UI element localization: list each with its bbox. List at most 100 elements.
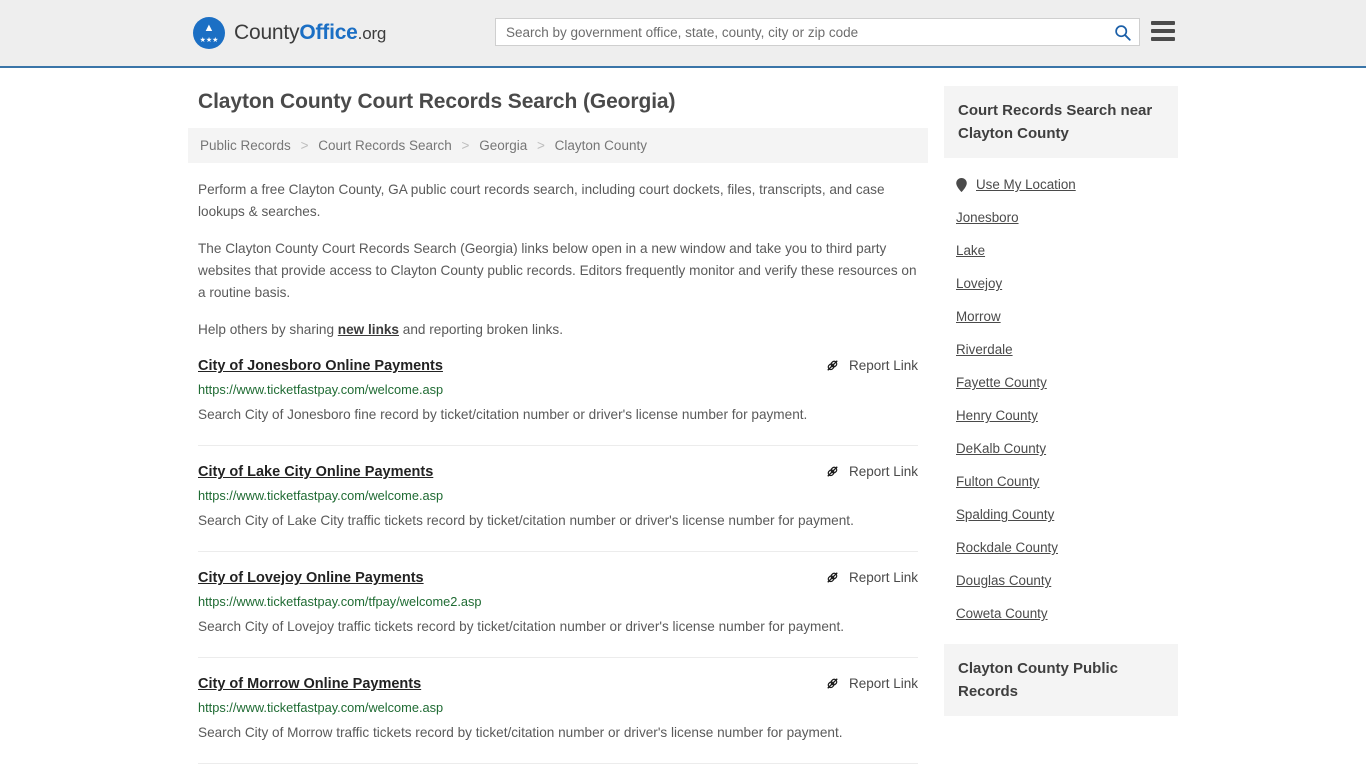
sidebar-link[interactable]: Coweta County bbox=[956, 606, 1048, 621]
result-url: https://www.ticketfastpay.com/welcome.as… bbox=[198, 382, 444, 397]
broken-link-icon bbox=[827, 572, 838, 583]
report-link-label: Report Link bbox=[848, 464, 918, 479]
sidebar-link[interactable]: Rockdale County bbox=[956, 540, 1058, 555]
sidebar-item-dekalb-county[interactable]: DeKalb County bbox=[956, 432, 1178, 465]
sidebar-item-fulton-county[interactable]: Fulton County bbox=[956, 465, 1178, 498]
sidebar-item-spalding-county[interactable]: Spalding County bbox=[956, 498, 1178, 531]
report-link-label: Report Link bbox=[848, 570, 918, 585]
sidebar-item-morrow[interactable]: Morrow bbox=[956, 300, 1178, 333]
public-records-panel: Clayton County Public Records bbox=[944, 644, 1178, 716]
breadcrumb-item-0[interactable]: Public Records bbox=[200, 138, 291, 153]
search-bar[interactable] bbox=[495, 18, 1140, 46]
search-button[interactable] bbox=[1105, 19, 1139, 45]
sidebar-link[interactable]: Lovejoy bbox=[956, 276, 1002, 291]
result-description: Search City of Jonesboro fine record by … bbox=[198, 407, 808, 422]
sidebar-link[interactable]: Spalding County bbox=[956, 507, 1054, 522]
site-logo[interactable]: ▲ ★★★ CountyOffice.org bbox=[193, 17, 386, 49]
breadcrumb-item-3[interactable]: Clayton County bbox=[555, 138, 647, 153]
sidebar-link[interactable]: Jonesboro bbox=[956, 210, 1019, 225]
use-my-location-link[interactable]: Use My Location bbox=[976, 177, 1076, 192]
sidebar-item-lovejoy[interactable]: Lovejoy bbox=[956, 267, 1178, 300]
result-header: City of Jonesboro Online Payments Report … bbox=[198, 356, 918, 376]
logo-text-county: County bbox=[234, 21, 300, 44]
sidebar-item-jonesboro[interactable]: Jonesboro bbox=[956, 201, 1178, 234]
broken-link-icon bbox=[827, 678, 838, 689]
intro-text: Perform a free Clayton County, GA public… bbox=[188, 179, 928, 341]
report-link-button[interactable]: Report Link bbox=[824, 569, 918, 586]
result-header: City of Morrow Online Payments Report Lin… bbox=[198, 674, 918, 694]
nearby-panel-heading: Court Records Search near Clayton County bbox=[944, 86, 1178, 158]
hamburger-bar-1 bbox=[1151, 21, 1175, 25]
sidebar-item-fayette-county[interactable]: Fayette County bbox=[956, 366, 1178, 399]
sidebar-item-use-my-location[interactable]: Use My Location bbox=[956, 168, 1178, 201]
result-description: Search City of Lovejoy traffic tickets r… bbox=[198, 619, 845, 634]
new-links-link[interactable]: new links bbox=[338, 322, 399, 337]
site-header: ▲ ★★★ CountyOffice.org bbox=[0, 0, 1366, 68]
breadcrumb-separator: > bbox=[537, 138, 545, 153]
sidebar-link[interactable]: Fulton County bbox=[956, 474, 1039, 489]
intro-paragraph-0: Perform a free Clayton County, GA public… bbox=[198, 182, 885, 219]
sidebar-item-riverdale[interactable]: Riverdale bbox=[956, 333, 1178, 366]
result-url: https://www.ticketfastpay.com/tfpay/welc… bbox=[198, 594, 482, 609]
page-title: Clayton County Court Records Search (Geo… bbox=[198, 90, 676, 113]
hamburger-bar-2 bbox=[1151, 29, 1175, 33]
hamburger-bar-3 bbox=[1151, 37, 1175, 41]
search-input[interactable] bbox=[496, 19, 1105, 45]
sidebar-item-lake[interactable]: Lake bbox=[956, 234, 1178, 267]
result-header: City of Lovejoy Online Payments Report Li… bbox=[198, 568, 918, 588]
breadcrumb: Public Records > Court Records Search > … bbox=[188, 128, 928, 163]
logo-text-org: .org bbox=[357, 24, 387, 43]
page-body: Clayton County Court Records Search (Geo… bbox=[0, 68, 1366, 768]
result-item: City of Lovejoy Online Payments Report Li… bbox=[198, 568, 918, 658]
sidebar-item-douglas-county[interactable]: Douglas County bbox=[956, 564, 1178, 597]
breadcrumb-separator: > bbox=[300, 138, 309, 153]
breadcrumb-separator: > bbox=[461, 138, 470, 153]
share-prefix: Help others by sharing bbox=[198, 322, 338, 337]
report-link-button[interactable]: Report Link bbox=[824, 357, 918, 374]
sidebar-item-henry-county[interactable]: Henry County bbox=[956, 399, 1178, 432]
report-link-button[interactable]: Report Link bbox=[824, 463, 918, 480]
sidebar-link[interactable]: DeKalb County bbox=[956, 441, 1046, 456]
sidebar-link[interactable]: Fayette County bbox=[956, 375, 1047, 390]
results-list: City of Jonesboro Online Payments Report … bbox=[188, 356, 928, 764]
nearby-search-panel: Court Records Search near Clayton County… bbox=[944, 86, 1178, 630]
result-title-link[interactable]: City of Morrow Online Payments bbox=[198, 674, 421, 694]
intro-paragraph-1: The Clayton County Court Records Search … bbox=[198, 241, 917, 300]
share-paragraph: Help others by sharing new links and rep… bbox=[198, 319, 918, 341]
result-url: https://www.ticketfastpay.com/welcome.as… bbox=[198, 488, 444, 503]
sidebar: Court Records Search near Clayton County… bbox=[944, 86, 1178, 730]
logo-text-office: Office bbox=[299, 21, 358, 44]
result-url: https://www.ticketfastpay.com/welcome.as… bbox=[198, 700, 444, 715]
sidebar-link[interactable]: Henry County bbox=[956, 408, 1038, 423]
sidebar-link[interactable]: Douglas County bbox=[956, 573, 1051, 588]
share-suffix: and reporting broken links. bbox=[399, 322, 563, 337]
result-item: City of Lake City Online Payments Report … bbox=[198, 462, 918, 552]
breadcrumb-item-2[interactable]: Georgia bbox=[479, 138, 527, 153]
report-link-button[interactable]: Report Link bbox=[824, 675, 918, 692]
hamburger-menu-icon[interactable] bbox=[1151, 21, 1175, 41]
result-item: City of Morrow Online Payments Report Lin… bbox=[198, 674, 918, 764]
result-item: City of Jonesboro Online Payments Report … bbox=[198, 356, 918, 446]
sidebar-link[interactable]: Riverdale bbox=[956, 342, 1013, 357]
sidebar-item-rockdale-county[interactable]: Rockdale County bbox=[956, 531, 1178, 564]
sidebar-item-coweta-county[interactable]: Coweta County bbox=[956, 597, 1178, 630]
result-title-link[interactable]: City of Jonesboro Online Payments bbox=[198, 356, 443, 376]
report-link-label: Report Link bbox=[848, 676, 918, 691]
report-link-label: Report Link bbox=[848, 358, 918, 373]
sidebar-link[interactable]: Lake bbox=[956, 243, 985, 258]
result-description: Search City of Morrow traffic tickets re… bbox=[198, 725, 843, 740]
search-icon bbox=[1114, 24, 1131, 41]
nearby-links-list: Use My Location Jonesboro Lake Lovejoy Morr… bbox=[944, 158, 1178, 630]
result-header: City of Lake City Online Payments Report … bbox=[198, 462, 918, 482]
result-description: Search City of Lake City traffic tickets… bbox=[198, 513, 854, 528]
logo-text: CountyOffice.org bbox=[234, 21, 386, 45]
public-records-panel-heading: Clayton County Public Records bbox=[944, 644, 1178, 716]
result-title-link[interactable]: City of Lake City Online Payments bbox=[198, 462, 433, 482]
county-seal-icon: ▲ ★★★ bbox=[193, 17, 225, 49]
sidebar-link[interactable]: Morrow bbox=[956, 309, 1001, 324]
result-title-link[interactable]: City of Lovejoy Online Payments bbox=[198, 568, 424, 588]
broken-link-icon bbox=[827, 360, 838, 371]
main-content: Clayton County Court Records Search (Geo… bbox=[188, 86, 928, 768]
breadcrumb-item-1[interactable]: Court Records Search bbox=[318, 138, 452, 153]
map-pin-icon bbox=[956, 177, 967, 192]
